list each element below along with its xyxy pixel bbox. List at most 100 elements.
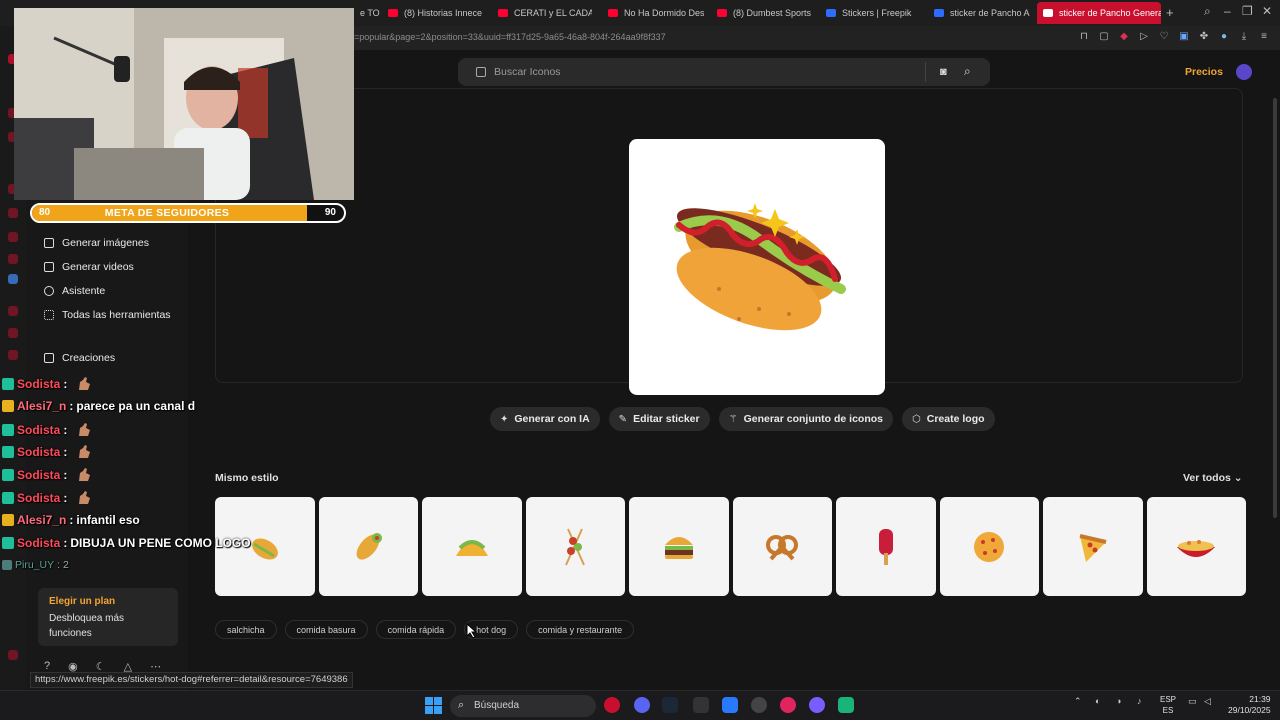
sidebar-item-label: Todas las herramientas — [62, 309, 171, 321]
shield-icon[interactable]: ◆ — [1118, 30, 1130, 42]
settings-icon[interactable] — [8, 350, 18, 360]
more-icon[interactable] — [8, 650, 18, 660]
sidebar-item-assistant[interactable]: Asistente — [44, 285, 105, 297]
taskbar-clock[interactable]: 21:39 29/10/2025 — [1228, 694, 1271, 716]
new-tab-button[interactable]: + — [1166, 5, 1174, 20]
icon-type-icon[interactable] — [476, 67, 486, 77]
taskbar-search-label: Búsqueda — [474, 700, 520, 711]
obs-taskbar-icon[interactable] — [751, 697, 767, 713]
sidebar-item-label: Generar imágenes — [62, 237, 149, 249]
bookmarks-icon[interactable] — [8, 328, 18, 338]
app-icon[interactable] — [8, 274, 18, 284]
microphone-icon[interactable]: ♪ — [1137, 696, 1142, 706]
scrollbar[interactable] — [1273, 98, 1277, 518]
plan-title[interactable]: Elegir un plan — [49, 596, 167, 607]
search-tabs-icon[interactable]: ⌕ — [1204, 4, 1211, 19]
history-icon[interactable] — [8, 306, 18, 316]
download-icon[interactable]: ⤓ — [1238, 30, 1250, 42]
windows-start-icon[interactable] — [425, 697, 442, 714]
browser-tab[interactable]: CERATI y EL CADAVE — [492, 3, 592, 23]
sidebar-item-generate-images[interactable]: Generar imágenes — [44, 237, 149, 249]
app2-taskbar-icon[interactable] — [838, 697, 854, 713]
chat-username: Sodista — [17, 468, 61, 482]
browser-tab[interactable]: No Ha Dormido Des — [602, 3, 704, 23]
related-sticker[interactable] — [836, 497, 936, 596]
edit-sticker-button[interactable]: ✎ Editar sticker — [608, 407, 710, 431]
instagram-icon[interactable] — [8, 208, 18, 218]
browser-tab[interactable]: e TO — [354, 3, 380, 23]
minimize-icon[interactable]: – — [1224, 4, 1231, 18]
maximize-icon[interactable]: ❐ — [1242, 4, 1253, 18]
search-input[interactable]: Buscar Iconos — [494, 66, 561, 78]
related-sticker[interactable] — [1043, 497, 1143, 596]
generate-icon-set-button[interactable]: ⚚ Generar conjunto de iconos — [718, 407, 894, 431]
x-icon[interactable] — [8, 254, 18, 264]
folder-icon — [44, 353, 54, 363]
tag-chip[interactable]: comida basura — [284, 620, 368, 639]
opera-taskbar-icon[interactable] — [604, 697, 620, 713]
app-taskbar-icon[interactable] — [722, 697, 738, 713]
close-icon[interactable]: ✕ — [1262, 4, 1272, 18]
pencil-icon: ✎ — [618, 413, 628, 425]
related-sticker[interactable] — [318, 497, 418, 596]
chat-username: Alesi7_n — [17, 513, 67, 527]
search-bar[interactable]: Buscar Iconos ◙ ⌕ — [458, 58, 990, 86]
browser-tab[interactable]: Stickers | Freepik — [820, 3, 922, 23]
snapshot-icon[interactable]: ▢ — [1098, 30, 1110, 42]
create-logo-button[interactable]: ⬡ Create logo — [902, 407, 995, 431]
sidebar-item-label: Creaciones — [62, 352, 116, 364]
sidebar-item-creations[interactable]: Creaciones — [44, 352, 115, 364]
network-icon[interactable]: ▭ — [1188, 696, 1197, 707]
browser-tab[interactable]: (8) Historias Innece — [382, 3, 486, 23]
browser-tab[interactable]: (8) Dumbest Sports — [711, 3, 813, 23]
taskbar-search[interactable]: ⌕ Búsqueda — [450, 695, 596, 717]
media-taskbar-icon[interactable] — [780, 697, 796, 713]
epic-taskbar-icon[interactable] — [693, 697, 709, 713]
camera-icon[interactable]: ◙ — [940, 66, 947, 78]
browser-tab-active[interactable]: sticker de Pancho Genera — [1037, 2, 1161, 24]
tray-app2-icon[interactable]: ◑ — [1116, 696, 1121, 706]
avatar[interactable] — [1236, 64, 1252, 80]
tray-chevron-up-icon[interactable]: ⌃ — [1074, 696, 1082, 707]
tag-chip[interactable]: comida y restaurante — [526, 620, 635, 639]
related-sticker[interactable] — [732, 497, 832, 596]
related-sticker[interactable] — [629, 497, 729, 596]
chat-message: Sodista : — [2, 422, 92, 438]
chat-taskbar-icon[interactable] — [809, 697, 825, 713]
browser-tab[interactable]: sticker de Pancho A — [928, 3, 1030, 23]
sidebar-item-generate-videos[interactable]: Generar videos — [44, 261, 134, 273]
related-sticker[interactable] — [939, 497, 1039, 596]
keyboard-layout: ES — [1162, 706, 1174, 715]
heart-icon[interactable]: ♡ — [1158, 30, 1170, 42]
search-icon[interactable]: ⌕ — [964, 64, 971, 79]
related-sticker[interactable] — [422, 497, 522, 596]
see-all-link[interactable]: Ver todos ⌄ — [1183, 472, 1243, 484]
discord-taskbar-icon[interactable] — [634, 697, 650, 713]
tray-app-icon[interactable]: ◐ — [1095, 696, 1100, 706]
chat-username: Piru_UY — [15, 559, 55, 571]
extension-icon[interactable]: ▣ — [1178, 30, 1190, 42]
goal-label: META DE SEGUIDORES — [104, 207, 230, 219]
menu-icon[interactable]: ≡ — [1258, 30, 1270, 42]
sidebar-item-all-tools[interactable]: Todas las herramientas — [44, 309, 171, 321]
tag-chip[interactable]: comida rápida — [375, 620, 457, 639]
chat-separator: : — [69, 513, 74, 527]
pin-icon[interactable]: ⊓ — [1078, 30, 1090, 42]
generate-ai-button[interactable]: ✦ Generar con IA — [490, 407, 600, 431]
related-sticker[interactable] — [1146, 497, 1246, 596]
chat-username: Alesi7_n — [17, 399, 67, 413]
play-icon[interactable]: ▷ — [1138, 30, 1150, 42]
volume-icon[interactable]: ◁ — [1204, 696, 1211, 707]
freepik-icon — [1043, 9, 1053, 17]
tiktok-icon[interactable] — [8, 232, 18, 242]
language-indicator[interactable]: ESP ES — [1160, 694, 1176, 716]
youtube-icon — [498, 9, 508, 17]
plan-promo-card[interactable]: Elegir un plan Desbloquea más funciones — [38, 588, 178, 646]
tag-chip[interactable]: salchicha — [215, 620, 277, 639]
puzzle-icon[interactable]: ✤ — [1198, 30, 1210, 42]
pricing-link[interactable]: Precios — [1185, 66, 1223, 78]
related-sticker[interactable] — [525, 497, 625, 596]
url-text[interactable]: =popular&page=2&position=33&uuid=ff317d2… — [354, 32, 666, 42]
profile-icon[interactable]: ● — [1218, 30, 1230, 42]
steam-taskbar-icon[interactable] — [662, 697, 678, 713]
